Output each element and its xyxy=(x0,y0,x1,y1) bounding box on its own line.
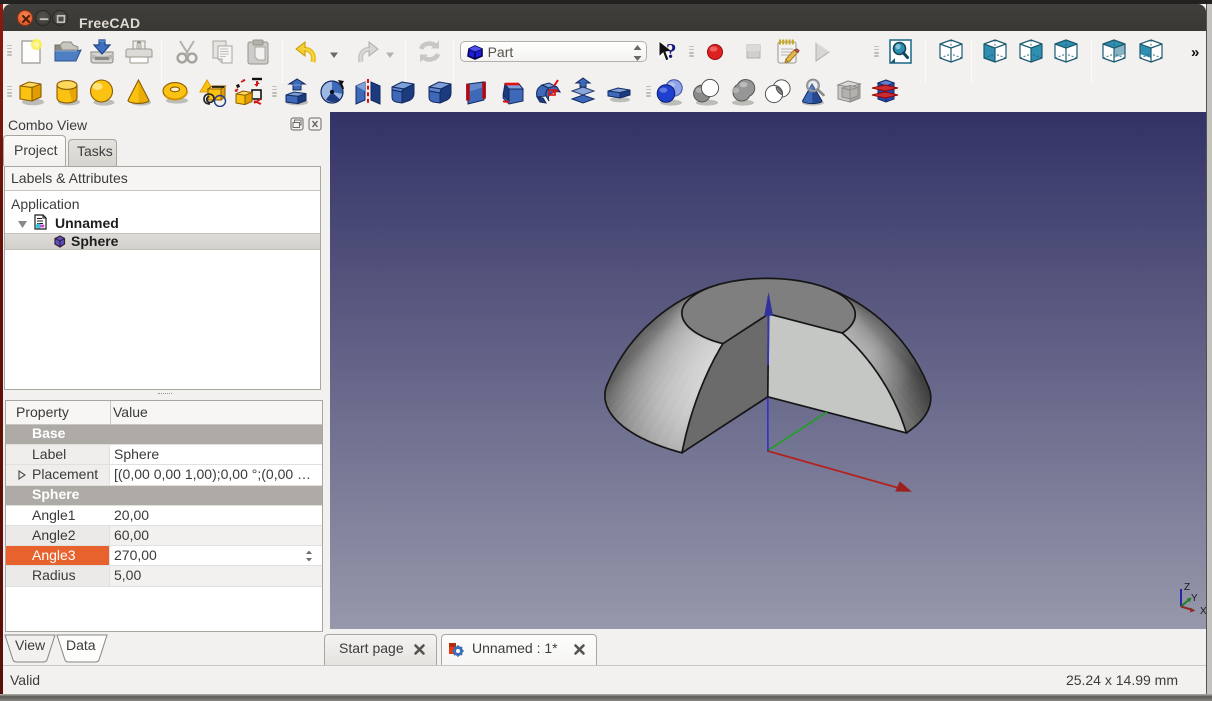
svg-text:?: ? xyxy=(666,39,677,63)
svg-text:Y: Y xyxy=(1191,593,1198,604)
svg-text:Z: Z xyxy=(1184,582,1190,593)
